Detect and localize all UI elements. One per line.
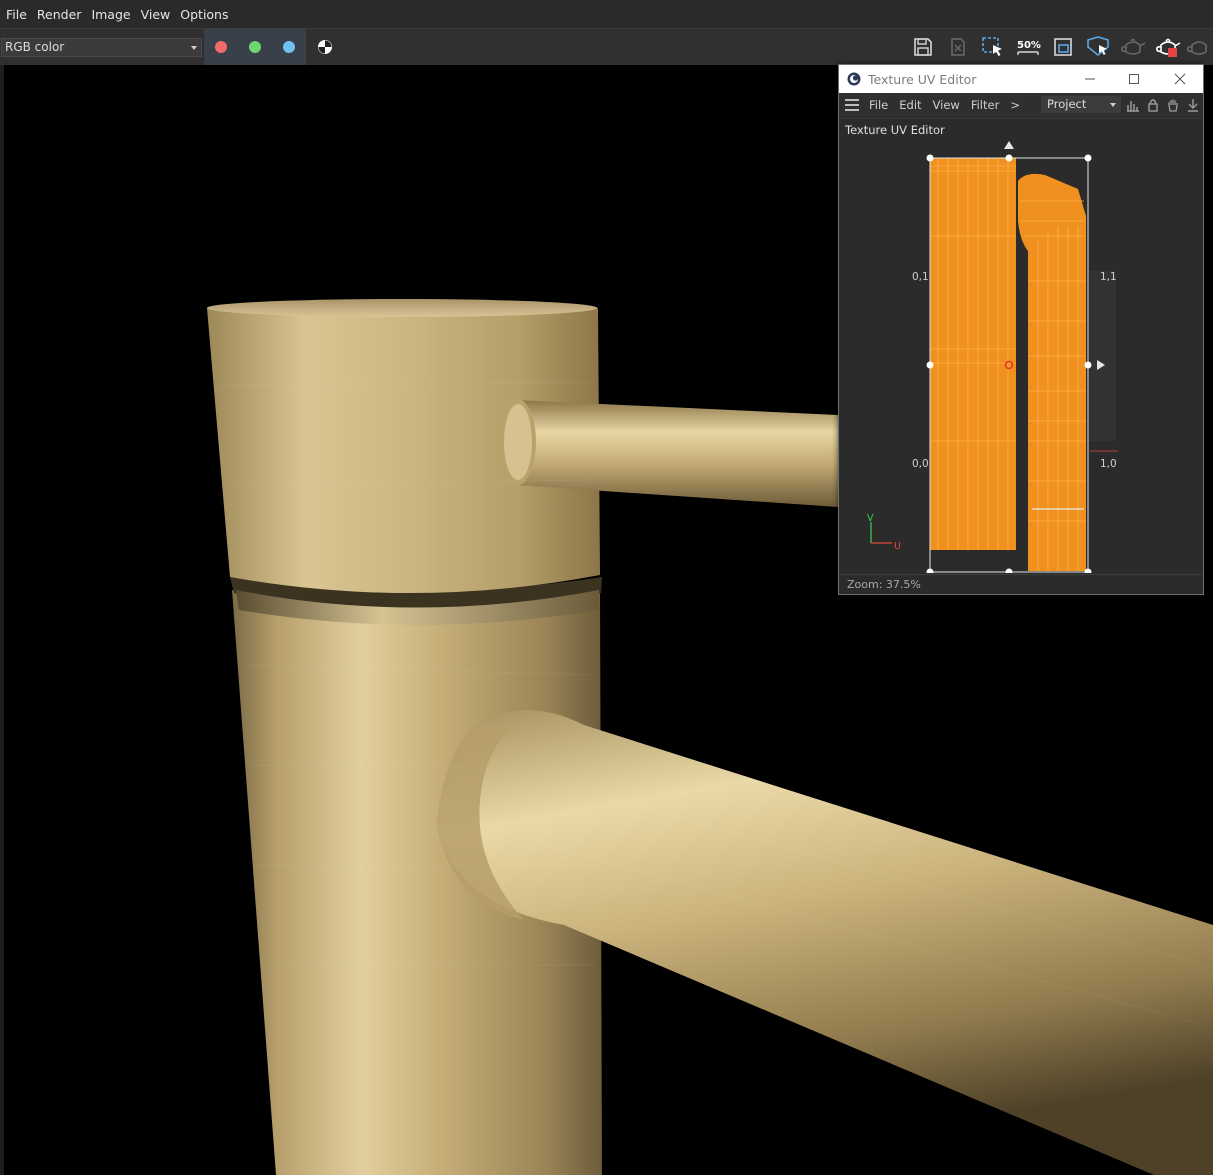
teapot-button[interactable] — [1185, 29, 1213, 65]
maximize-icon — [1129, 74, 1139, 84]
picture-viewer-toolbar: RGB color 50% — [0, 29, 1213, 65]
menu-view[interactable]: View — [136, 0, 176, 29]
histogram-button[interactable] — [1125, 97, 1141, 113]
red-dot-icon — [215, 41, 227, 53]
delete-image-icon — [950, 38, 965, 56]
uv-editor-titlebar[interactable]: Texture UV Editor — [839, 65, 1203, 93]
arrow-up-icon[interactable] — [1004, 141, 1014, 149]
fit-view-button[interactable] — [1045, 29, 1080, 65]
uv-menu-edit[interactable]: Edit — [899, 98, 921, 112]
minimize-icon — [1085, 78, 1095, 80]
cinema4d-logo-icon — [847, 72, 861, 86]
uv-coord-top-right: 1,1 — [1100, 271, 1117, 283]
interactive-region-icon — [1086, 36, 1109, 57]
uv-menu-more[interactable]: > — [1010, 98, 1020, 112]
uv-zoom-status: Zoom: 37.5% — [840, 574, 1202, 594]
uv-editor-panel: Texture UV Editor 0,1 1,1 0,0 1,0 V U Zo… — [840, 118, 1202, 594]
download-arrow-icon — [1188, 99, 1198, 112]
menu-file[interactable]: File — [4, 0, 32, 29]
uv-scale-strip — [1090, 271, 1116, 441]
uv-editor-menubar: File Edit View Filter > Project — [839, 93, 1203, 117]
hand-icon — [1168, 99, 1178, 112]
axis-u-label: U — [894, 541, 901, 552]
project-select[interactable]: Project — [1041, 96, 1121, 113]
blue-dot-icon — [283, 41, 295, 53]
menu-image[interactable]: Image — [86, 0, 135, 29]
alpha-channel-toggle[interactable] — [316, 38, 334, 56]
green-channel-toggle[interactable] — [238, 29, 272, 65]
blue-channel-toggle[interactable] — [272, 29, 306, 65]
close-button[interactable] — [1157, 65, 1203, 93]
lock-button[interactable] — [1145, 97, 1161, 113]
save-button[interactable] — [905, 29, 940, 65]
minimize-button[interactable] — [1067, 65, 1113, 93]
menu-options[interactable]: Options — [175, 0, 233, 29]
alpha-icon — [318, 40, 332, 54]
maximize-button[interactable] — [1111, 65, 1157, 93]
region-render-button[interactable] — [975, 29, 1010, 65]
histogram-icon — [1127, 101, 1139, 112]
close-icon — [1174, 73, 1186, 85]
move-button[interactable] — [1185, 97, 1201, 113]
uv-coord-top-left: 0,1 — [912, 271, 929, 283]
uv-panel-title: Texture UV Editor — [845, 123, 945, 137]
axis-v-label: V — [867, 513, 874, 524]
interactive-region-button[interactable] — [1080, 29, 1115, 65]
uv-menu-view[interactable]: View — [933, 98, 960, 112]
uv-editor-window-title: Texture UV Editor — [868, 71, 977, 87]
project-select-value: Project — [1047, 97, 1087, 111]
delete-image-button[interactable] — [940, 29, 975, 65]
teapot-icon — [1187, 41, 1207, 55]
zoom-50-button[interactable]: 50% — [1010, 29, 1045, 65]
main-menubar: File Render Image View Options — [0, 0, 1213, 29]
uv-coord-bottom-right: 1,0 — [1100, 458, 1117, 470]
uv-axis-gizmo: V U — [867, 513, 901, 552]
region-render-icon — [981, 37, 1002, 56]
uv-coord-bottom-left: 0,0 — [912, 458, 929, 470]
uv-menu-file[interactable]: File — [869, 98, 888, 112]
uv-menu-filter[interactable]: Filter — [971, 98, 999, 112]
uv-island-right[interactable] — [1018, 173, 1086, 571]
channel-select-value: RGB color — [5, 40, 65, 54]
red-channel-toggle[interactable] — [204, 29, 238, 65]
green-dot-icon — [249, 41, 261, 53]
zoom-50-icon: 50% — [1017, 40, 1041, 55]
channel-select[interactable]: RGB color — [1, 38, 202, 57]
uv-island-left[interactable] — [930, 158, 1016, 550]
save-icon — [913, 38, 932, 56]
toolbar-right-icons: 50% — [905, 29, 1213, 65]
texture-uv-editor-window[interactable]: Texture UV Editor File Edit View Filter … — [838, 64, 1204, 595]
menu-render[interactable]: Render — [32, 0, 87, 29]
teapot-render-icon — [1120, 38, 1145, 55]
pan-button[interactable] — [1165, 97, 1181, 113]
chevron-down-icon — [1110, 103, 1116, 107]
svg-text:50%: 50% — [1017, 40, 1041, 51]
fit-view-icon — [1053, 38, 1072, 56]
lock-icon — [1148, 99, 1158, 112]
uv-canvas[interactable]: 0,1 1,1 0,0 1,0 V U — [840, 141, 1202, 573]
teapot-stop-button[interactable] — [1150, 29, 1185, 65]
hamburger-menu-icon[interactable] — [845, 99, 859, 111]
chevron-down-icon — [191, 46, 197, 50]
teapot-stop-icon — [1155, 38, 1180, 57]
teapot-render-button[interactable] — [1115, 29, 1150, 65]
